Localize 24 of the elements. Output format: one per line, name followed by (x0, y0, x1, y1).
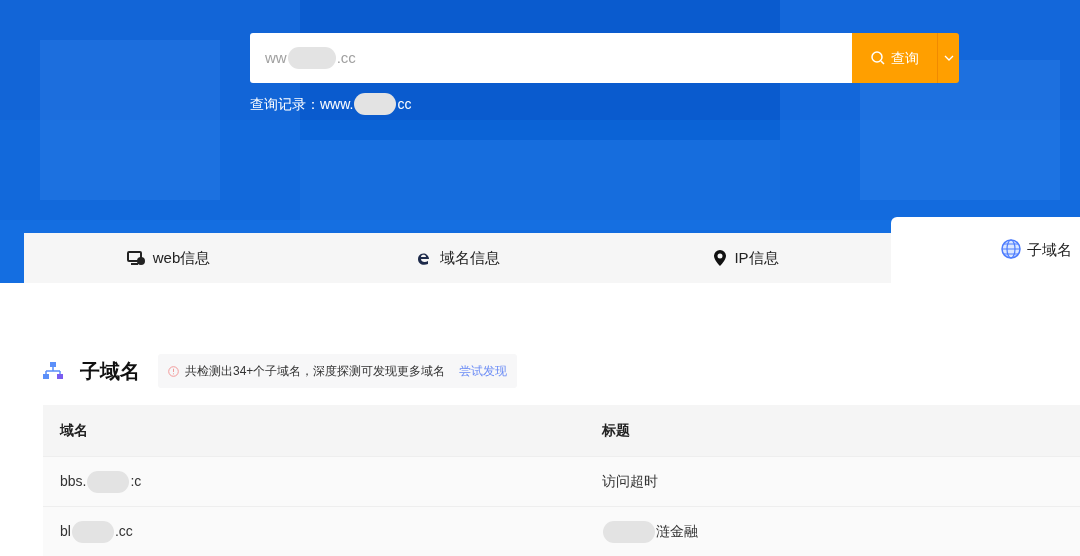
blurred-text (287, 47, 336, 69)
domain-cell: bbs. :c (43, 470, 585, 493)
globe-icon (1001, 239, 1021, 259)
tab[interactable]: 子域名 (891, 217, 1080, 283)
tab[interactable]: 域名信息 (313, 233, 602, 283)
column-header: 标题 (601, 421, 631, 440)
location-pin-icon (714, 250, 727, 266)
title-cell: 涟金融 (585, 520, 1080, 543)
hierarchy-icon (43, 362, 63, 380)
search-icon (870, 51, 885, 65)
history-link[interactable]: www. cc (320, 93, 412, 115)
column-header: 域名 (58, 421, 89, 440)
dropdown-button[interactable] (937, 33, 959, 83)
section-title: 子域名 (80, 359, 140, 384)
info-icon (168, 365, 179, 377)
notice-text: 共检测出34+个子域名，深度探测可发现更多域名 (185, 363, 446, 380)
domain-cell: bl .cc (43, 520, 585, 543)
tab[interactable]: web信息 (24, 233, 313, 283)
title-cell-text: 访问超时 (601, 472, 659, 491)
tab[interactable]: IP信息 (602, 233, 891, 283)
monitor-globe-icon (126, 250, 145, 266)
chevron-down-icon (943, 55, 954, 61)
blurred-text (354, 93, 397, 115)
history-label: 查询记录： (250, 94, 320, 114)
